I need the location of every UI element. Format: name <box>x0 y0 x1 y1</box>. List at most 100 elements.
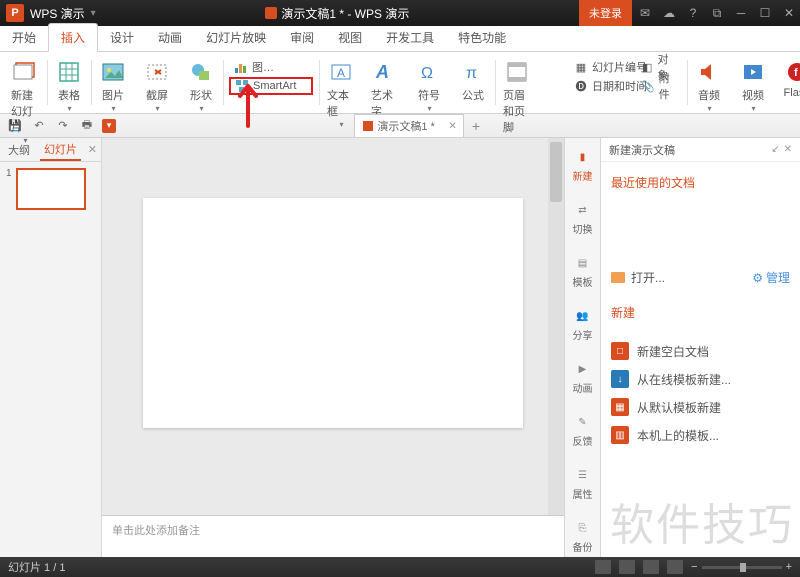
new-doc-icon: ▮ <box>574 148 592 166</box>
backup-icon: ⎘ <box>574 519 592 537</box>
rightpanel-title: 新建演示文稿 <box>609 142 675 158</box>
symbol-label: 符号 <box>418 87 440 103</box>
flash-icon: f <box>783 58 800 86</box>
qat-more-icon[interactable]: ▾ <box>102 119 116 133</box>
new-section-header: 新建 <box>611 300 790 325</box>
manage-button[interactable]: ⚙管理 <box>752 269 790 286</box>
video-label: 视频 <box>742 87 764 103</box>
chart-icon <box>234 60 248 74</box>
audio-button[interactable]: 音频▾ <box>691 56 727 115</box>
table-button[interactable]: 表格▾ <box>51 56 87 115</box>
doctab-close-icon[interactable]: ✕ <box>448 121 456 132</box>
left-panel: 大纲 幻灯片 ✕ 1 <box>0 138 102 557</box>
doc-icon <box>265 7 277 19</box>
recent-docs-link[interactable]: 最近使用的文档 <box>611 170 790 195</box>
smartart-icon <box>235 79 249 93</box>
feedback-icon: ✎ <box>574 413 592 431</box>
new-slide-label: 新建幻灯片 <box>11 87 39 135</box>
document-title: 演示文稿1 * - WPS 演示 <box>96 5 579 22</box>
new-default-template[interactable]: ▦从默认模板新建 <box>611 393 790 421</box>
sidestrip-props[interactable]: ☰属性 <box>565 462 600 505</box>
tab-slideshow[interactable]: 幻灯片放映 <box>194 24 278 51</box>
svg-text:π: π <box>466 65 477 82</box>
view-slideshow-icon[interactable] <box>667 560 683 574</box>
tab-devtools[interactable]: 开发工具 <box>374 24 446 51</box>
video-button[interactable]: 视频▾ <box>735 56 771 115</box>
symbol-button[interactable]: Ω 符号▾ <box>411 56 447 115</box>
header-footer-button[interactable]: 页眉和页脚 <box>499 56 535 137</box>
document-tab[interactable]: 演示文稿1 * ✕ <box>354 114 463 137</box>
chat-icon[interactable]: ✉ <box>634 0 656 26</box>
smartart-button[interactable]: SmartArt <box>229 77 313 95</box>
rightpanel-header: 新建演示文稿 ↙ ✕ <box>601 138 800 162</box>
view-sorter-icon[interactable] <box>619 560 635 574</box>
picture-button[interactable]: 图片▾ <box>95 56 131 115</box>
slide[interactable] <box>143 198 523 428</box>
app-name: WPS 演示 <box>30 5 85 22</box>
slidenum-icon: ▦ <box>574 60 588 74</box>
tab-animation[interactable]: 动画 <box>146 24 194 51</box>
sidestrip-feedback[interactable]: ✎反馈 <box>565 409 600 452</box>
svg-text:f: f <box>794 67 798 79</box>
side-strip: ▮新建 ⇄切换 ▤模板 👥分享 ▶动画 ✎反馈 ☰属性 ⎘备份 <box>564 138 600 557</box>
chart-label: 图… <box>252 59 274 75</box>
online-tpl-icon: ↓ <box>611 370 629 388</box>
notes-pane[interactable]: 单击此处添加备注 <box>102 515 564 557</box>
open-button[interactable]: 打开... <box>611 269 665 286</box>
picture-icon <box>99 58 127 86</box>
new-tab-button[interactable]: + <box>464 118 488 134</box>
print-icon[interactable]: 🖶 <box>78 117 96 135</box>
flash-button[interactable]: f Flash <box>779 56 800 101</box>
sidestrip-new[interactable]: ▮新建 <box>565 144 600 187</box>
status-bar: 幻灯片 1 / 1 − + <box>0 557 800 577</box>
tab-features[interactable]: 特色功能 <box>446 24 518 51</box>
help-icon[interactable]: ? <box>682 0 704 26</box>
formula-button[interactable]: π 公式 <box>455 56 491 105</box>
redo-icon[interactable]: ↷ <box>54 117 72 135</box>
view-reading-icon[interactable] <box>643 560 659 574</box>
new-local-template[interactable]: ▥本机上的模板... <box>611 421 790 449</box>
vertical-scrollbar[interactable] <box>548 138 564 515</box>
login-button[interactable]: 未登录 <box>579 0 632 26</box>
new-online-template[interactable]: ↓从在线模板新建... <box>611 365 790 393</box>
screenshot-button[interactable]: 截屏▾ <box>139 56 175 115</box>
slides-tab[interactable]: 幻灯片 <box>40 139 81 161</box>
gear-icon: ⚙ <box>752 271 763 285</box>
doctab-name: 演示文稿1 * <box>377 118 434 134</box>
slide-thumbnail[interactable]: 1 <box>6 168 95 210</box>
attachment-button[interactable]: 📎附件 <box>636 77 682 95</box>
smartart-label: SmartArt <box>253 80 296 92</box>
tab-review[interactable]: 审阅 <box>278 24 326 51</box>
rp-pin-icon[interactable]: ↙ <box>771 144 779 155</box>
new-slide-icon <box>11 58 39 86</box>
shape-button[interactable]: 形状▾ <box>183 56 219 115</box>
zoom-in-icon[interactable]: + <box>786 561 792 573</box>
tab-insert[interactable]: 插入 <box>48 23 98 52</box>
leftpanel-close-icon[interactable]: ✕ <box>88 143 97 156</box>
chart-button[interactable]: 图… <box>229 58 313 76</box>
sidestrip-share[interactable]: 👥分享 <box>565 303 600 346</box>
sidestrip-template[interactable]: ▤模板 <box>565 250 600 293</box>
view-normal-icon[interactable] <box>595 560 611 574</box>
document-tab-bar: 演示文稿1 * ✕ + <box>354 114 488 137</box>
sidestrip-switch[interactable]: ⇄切换 <box>565 197 600 240</box>
zoom-slider[interactable] <box>702 566 782 569</box>
maximize-button[interactable]: ☐ <box>754 0 776 26</box>
sidestrip-backup[interactable]: ⎘备份 <box>565 515 600 558</box>
audio-label: 音频 <box>698 87 720 103</box>
tab-start[interactable]: 开始 <box>0 24 48 51</box>
close-button[interactable]: ✕ <box>778 0 800 26</box>
rp-close-icon[interactable]: ✕ <box>784 144 792 155</box>
tab-view[interactable]: 视图 <box>326 24 374 51</box>
minimize-button[interactable]: ─ <box>730 0 752 26</box>
document-title-text: 演示文稿1 * - WPS 演示 <box>281 5 409 22</box>
new-slide-button[interactable]: 新建幻灯片▾ <box>7 56 43 147</box>
zoom-out-icon[interactable]: − <box>691 561 697 573</box>
cloud-icon[interactable]: ☁ <box>658 0 680 26</box>
new-blank-doc[interactable]: □新建空白文档 <box>611 337 790 365</box>
zoom-control[interactable]: − + <box>691 561 792 573</box>
sidestrip-anim[interactable]: ▶动画 <box>565 356 600 399</box>
tab-design[interactable]: 设计 <box>98 24 146 51</box>
header-footer-icon <box>503 58 531 86</box>
pin-icon[interactable]: ⧉ <box>706 0 728 26</box>
